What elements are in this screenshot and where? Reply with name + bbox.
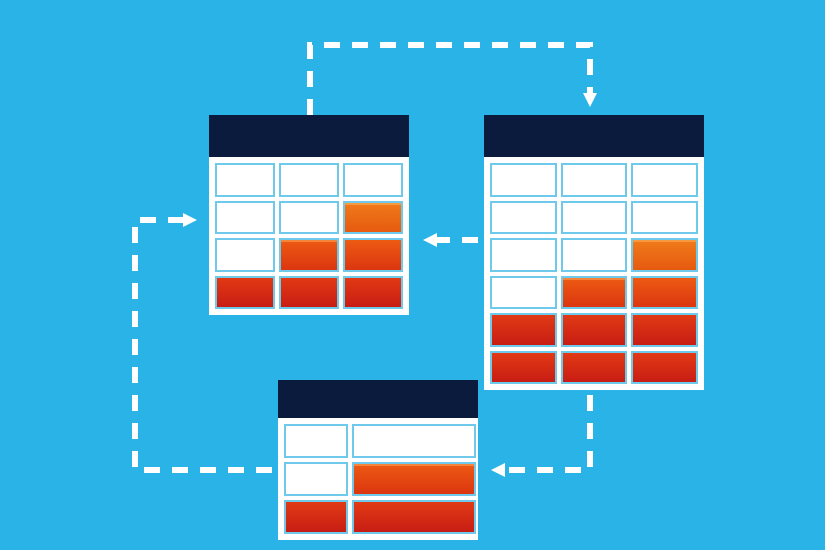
cell <box>279 201 339 235</box>
cell <box>561 163 628 197</box>
cell <box>352 500 476 534</box>
cell <box>215 238 275 272</box>
cell <box>352 424 476 458</box>
cell <box>343 201 403 235</box>
cell <box>490 313 557 347</box>
table-header <box>484 115 704 157</box>
cell <box>343 238 403 272</box>
arrow-topleft-to-right <box>310 45 590 115</box>
cell <box>215 201 275 235</box>
cell <box>279 276 339 310</box>
cell <box>631 201 698 235</box>
cell <box>490 276 557 310</box>
cell <box>561 238 628 272</box>
cell <box>279 163 339 197</box>
cell <box>561 313 628 347</box>
cell <box>490 238 557 272</box>
cell <box>490 201 557 235</box>
cell <box>631 163 698 197</box>
cell <box>343 163 403 197</box>
table-right <box>484 157 704 390</box>
arrow-right-to-bottom <box>498 395 590 470</box>
cell <box>561 276 628 310</box>
table-top-left <box>209 157 409 315</box>
cell <box>284 424 348 458</box>
cell <box>215 276 275 310</box>
table-bottom <box>278 418 478 540</box>
cell <box>343 276 403 310</box>
cell <box>631 351 698 385</box>
cell <box>631 276 698 310</box>
cell <box>352 462 476 496</box>
cell <box>490 163 557 197</box>
cell <box>561 201 628 235</box>
cell <box>279 238 339 272</box>
cell <box>215 163 275 197</box>
table-header <box>209 115 409 157</box>
cell <box>284 462 348 496</box>
cell <box>284 500 348 534</box>
cell <box>490 351 557 385</box>
cell <box>561 351 628 385</box>
table-header <box>278 380 478 418</box>
cell <box>631 313 698 347</box>
cell <box>631 238 698 272</box>
